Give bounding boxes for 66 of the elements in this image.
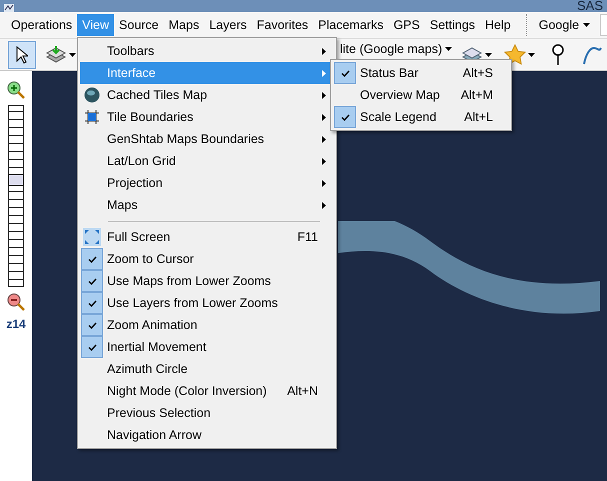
menu-item[interactable]: GPS [388,14,425,36]
check-icon [88,322,96,328]
check-icon [88,344,96,350]
submenu-arrow-icon [322,202,326,208]
cursor-icon [16,46,28,64]
caret-icon [583,23,590,27]
submenu-arrow-icon [322,136,326,142]
menu-entry[interactable]: Inertial Movement [80,336,334,358]
submenu-arrow-icon [322,114,326,120]
caret-icon [445,47,452,51]
search-engine-dropdown[interactable]: Google [534,16,594,34]
submenu-arrow-icon [322,70,326,76]
menu-entry[interactable]: Use Layers from Lower Zooms [80,292,334,314]
check-icon [340,70,350,76]
menu-entry[interactable]: Projection [80,172,334,194]
check-icon [340,114,350,120]
menu-item[interactable]: Favorites [252,14,314,36]
map-source-dropdown[interactable]: lite (Google maps) [340,42,452,56]
menu-entry[interactable]: Full Screen F11 [80,226,334,248]
pin-icon [552,44,564,66]
caret-icon [528,52,536,56]
menu-entry[interactable]: Toolbars [80,40,334,62]
menu-item[interactable]: Source [114,14,164,36]
menu-entry[interactable]: Azimuth Circle [80,358,334,380]
app-icon [4,4,14,12]
window-title: SAS [576,0,603,12]
menu-item[interactable]: Placemarks [313,14,388,36]
globe-icon [84,87,100,103]
menu-item[interactable]: Maps [164,14,204,36]
menu-item[interactable]: Layers [204,14,252,36]
caret-icon [485,52,492,56]
zoom-in-icon[interactable] [7,81,25,99]
menu-entry[interactable]: Use Maps from Lower Zooms [80,270,334,292]
submenu-arrow-icon [322,48,326,54]
slider-thumb[interactable] [8,174,24,186]
zoom-out-icon[interactable] [7,293,25,311]
check-icon [88,300,96,306]
select-tool-button[interactable] [8,40,36,68]
menu-entry[interactable]: GenShtab Maps Boundaries [80,128,334,150]
menu-entry[interactable]: Scale Legend Alt+L [333,106,509,128]
submenu-arrow-icon [322,180,326,186]
caret-icon [69,52,76,56]
menu-entry[interactable]: Night Mode (Color Inversion) Alt+N [80,380,334,402]
menu-entry[interactable]: Navigation Arrow [80,424,334,446]
fullscreen-icon [83,228,101,246]
submenu-arrow-icon [322,158,326,164]
menu-entry[interactable]: Previous Selection [80,402,334,424]
check-icon [88,278,96,284]
menu-entry[interactable]: Zoom to Cursor [80,248,334,270]
grid-icon [84,109,100,125]
zoom-level-label: z14 [6,317,26,331]
menu-item[interactable]: Help [480,14,516,36]
menu-entry[interactable]: Lat/Lon Grid [80,150,334,172]
submenu-arrow-icon [322,92,326,98]
zoom-slider[interactable] [8,105,24,287]
check-icon [88,256,96,262]
menu-item[interactable]: Operations [6,14,78,36]
menu-item[interactable]: Settings [424,14,480,36]
menu-entry[interactable]: Status Bar Alt+S [333,62,509,84]
menu-entry[interactable]: Maps [80,194,334,216]
layers-icon [45,44,67,64]
star-icon [504,44,526,66]
menu-entry[interactable]: Zoom Animation [80,314,334,336]
menu-entry[interactable]: Tile Boundaries [80,106,334,128]
menu-entry[interactable]: Overview Map Alt+M [333,84,509,106]
menu-entry[interactable]: Cached Tiles Map [80,84,334,106]
